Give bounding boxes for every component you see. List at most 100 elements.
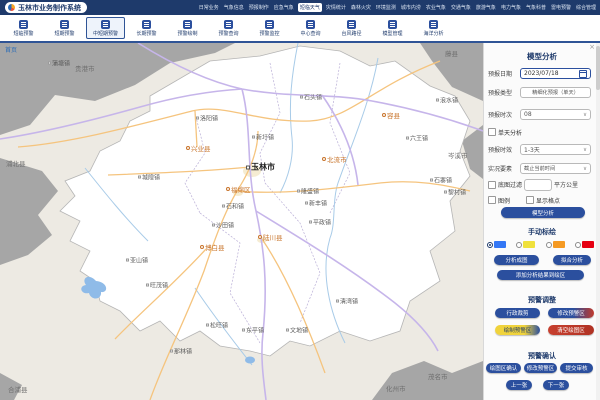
close-icon[interactable]: × <box>589 44 595 51</box>
color-radio-yellow[interactable] <box>516 241 535 248</box>
submit-review-button[interactable]: 提交审核 <box>560 363 593 373</box>
nav-item[interactable]: 短临天气 <box>298 3 322 12</box>
nav-item[interactable]: 森林火灾 <box>350 3 372 12</box>
place-name: 茂名市 <box>428 371 448 381</box>
nav-item[interactable]: 综合管理 <box>575 3 597 12</box>
place-marker-icon <box>146 284 149 287</box>
fit-analysis-button[interactable]: 拟合分析 <box>553 255 591 265</box>
area-filter-checkbox[interactable] <box>488 181 496 189</box>
color-radio-orange[interactable] <box>546 241 565 248</box>
single-day-checkbox[interactable] <box>488 128 496 136</box>
nav-item[interactable]: 城市内涝 <box>400 3 422 12</box>
color-radio-blue[interactable] <box>487 241 506 248</box>
scrollbar-thumb[interactable] <box>596 46 600 90</box>
toolbar-item-label: 海洋分析 <box>423 30 443 37</box>
nav-item[interactable]: 灾情统计 <box>325 3 347 12</box>
forecast-time-select[interactable]: 08 ∨ <box>520 109 591 120</box>
nav-item[interactable]: 雷电预警 <box>550 3 572 12</box>
forecast-type-input[interactable]: 精细化预报（单天） <box>520 87 591 98</box>
place-marker-icon <box>406 137 409 140</box>
toolbar-item[interactable]: 短期预警 <box>45 17 84 39</box>
color-radio-red[interactable] <box>575 241 594 248</box>
obs-element-select[interactable]: 截止当前时间 ∨ <box>520 163 591 174</box>
toolbar-item-label: 中短期预警 <box>93 30 118 37</box>
previous-button[interactable]: 上一张 <box>506 380 532 390</box>
place-name: 文地镇 <box>290 326 308 335</box>
toolbar-item[interactable]: 短临预警 <box>4 17 43 39</box>
modify-warning-area-button-2[interactable]: 修改预警区 <box>524 363 557 373</box>
clear-draw-area-button[interactable]: 清空绘图区 <box>548 325 594 335</box>
forecast-type-value: 精细化预报（单天） <box>532 89 579 96</box>
forecast-period-select[interactable]: 1-3天 ∨ <box>520 144 591 155</box>
place-name: 贵港市 <box>75 63 95 73</box>
area-filter-row: 底图过滤 平方公里 <box>488 179 591 190</box>
toolbar-item-label: 长期预警 <box>136 30 156 37</box>
next-button[interactable]: 下一张 <box>543 380 569 390</box>
nav-item[interactable]: 交通气象 <box>450 3 472 12</box>
place-marker-icon <box>212 224 215 227</box>
map-label-county: 容县 <box>382 110 400 120</box>
toolbar-item[interactable]: 中心查询 <box>291 17 330 39</box>
draw-warning-area-button[interactable]: 绘制预警区 <box>495 325 540 335</box>
nav-item[interactable]: 旅游气象 <box>475 3 497 12</box>
toolbar-item[interactable]: 预警监控 <box>250 17 289 39</box>
grid-points-label: 显示格点 <box>536 196 560 205</box>
confirm-draw-area-button[interactable]: 绘图区确认 <box>486 363 521 373</box>
forecast-type-label: 预报类型 <box>488 88 518 97</box>
place-name: 新丰镇 <box>309 199 327 208</box>
toolbar-item[interactable]: 海洋分析 <box>414 17 453 39</box>
forecast-date-input[interactable]: 2023/07/18 <box>520 68 591 79</box>
place-marker-icon <box>126 259 129 262</box>
nav-item[interactable]: 预报制作 <box>248 3 270 12</box>
chevron-down-icon: ∨ <box>583 147 587 153</box>
area-filter-input[interactable] <box>524 179 552 191</box>
radio-icon <box>546 242 552 248</box>
single-day-row: 单天分析 <box>488 127 591 137</box>
panel-scrollbar[interactable] <box>596 43 600 400</box>
add-result-to-draw-area-button[interactable]: 添加分析结果到绘区 <box>497 270 584 280</box>
admin-clip-button[interactable]: 行政裁剪 <box>495 308 540 318</box>
modify-warning-area-button[interactable]: 修改预警区 <box>548 308 594 318</box>
place-name: 石寨镇 <box>434 176 452 185</box>
place-name: 博白县 <box>205 242 225 252</box>
legend-checkbox[interactable] <box>488 196 496 204</box>
toolbar-item[interactable]: 模型管理 <box>373 17 412 39</box>
nav-item[interactable]: 日常业务 <box>198 3 220 12</box>
breadcrumb[interactable]: 首页 <box>5 45 17 54</box>
document-icon <box>142 20 151 29</box>
app-logo[interactable]: 玉林市业务制作系统 <box>5 2 87 13</box>
document-icon <box>60 20 69 29</box>
toolbar-item[interactable]: 预警查询 <box>209 17 248 39</box>
toolbar-item[interactable]: 台风路径 <box>332 17 371 39</box>
place-marker-icon <box>297 190 300 193</box>
map-label-out: 浦北县 <box>6 158 26 168</box>
nav-item[interactable]: 气象科普 <box>525 3 547 12</box>
analyze-to-image-button[interactable]: 分析成图 <box>494 255 539 265</box>
toolbar-item[interactable]: 预警绘制 <box>168 17 207 39</box>
place-marker-icon <box>196 117 199 120</box>
map-label-out: 化州市 <box>386 383 406 393</box>
nav-item[interactable]: 电力气象 <box>500 3 522 12</box>
forecast-period-value: 1-3天 <box>524 145 540 154</box>
document-icon <box>101 20 110 29</box>
nav-item[interactable]: 气象信息 <box>223 3 245 12</box>
nav-item[interactable]: 农业气象 <box>425 3 447 12</box>
document-icon <box>19 20 28 29</box>
app-title: 玉林市业务制作系统 <box>18 3 81 13</box>
map-view[interactable]: 蒲塘镇洛阳镇石头镇新圩镇六王镇浪水镇石寨镇黎村镇城隍镇石和镇沙田镇隆盛镇新丰镇平… <box>0 43 483 400</box>
map-label-town: 新丰镇 <box>305 199 327 208</box>
forecast-date-label: 预报日期 <box>488 69 518 78</box>
place-name: 岑溪市 <box>448 150 468 160</box>
model-analyze-button[interactable]: 模型分析 <box>501 207 585 218</box>
map-label-city: 玉林市 <box>246 162 275 173</box>
nav-item[interactable]: 环境监测 <box>375 3 397 12</box>
place-name: 洛阳镇 <box>200 114 218 123</box>
place-name: 蒲塘镇 <box>52 59 70 68</box>
nav-item[interactable]: 应急气象 <box>273 3 295 12</box>
place-name: 清湾镇 <box>340 297 358 306</box>
map-canvas <box>0 43 483 400</box>
toolbar-item[interactable]: 长期预警 <box>127 17 166 39</box>
toolbar-item[interactable]: 中短期预警 <box>86 17 125 39</box>
grid-points-checkbox[interactable] <box>526 196 534 204</box>
document-icon <box>265 20 274 29</box>
